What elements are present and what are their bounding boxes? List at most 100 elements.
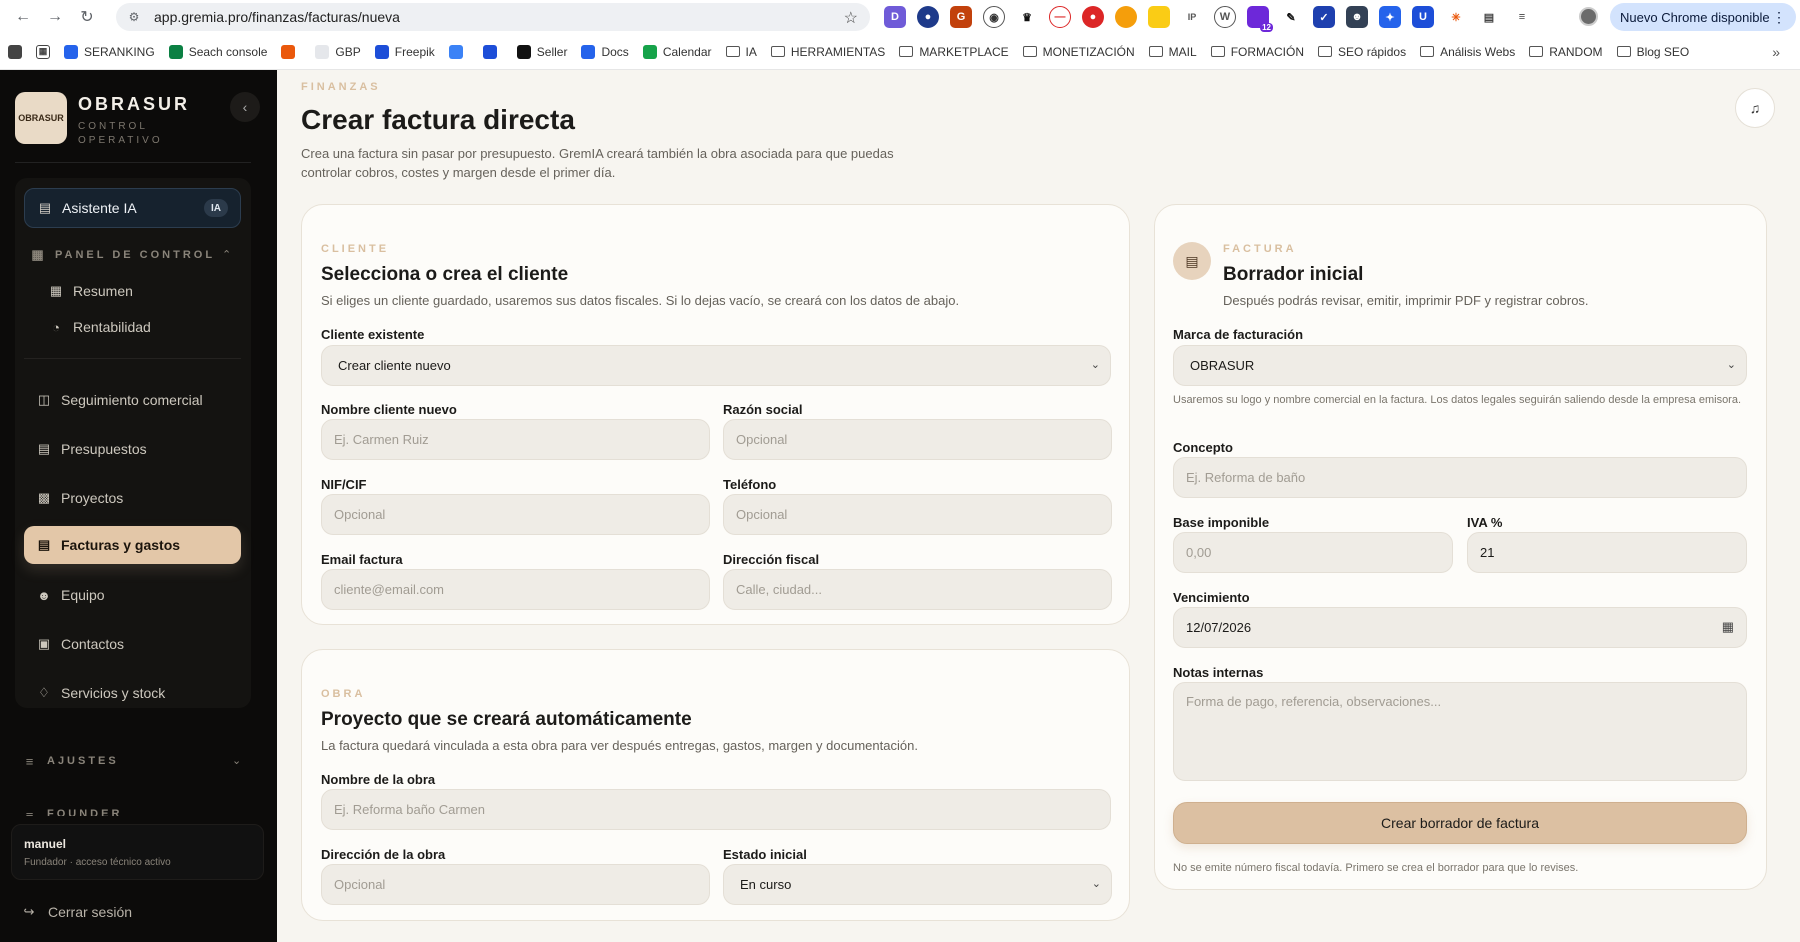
- bookmark-item[interactable]: Docs: [581, 44, 629, 59]
- site-settings-icon[interactable]: ⚙: [126, 9, 142, 25]
- extension-icon[interactable]: ✦: [1379, 6, 1401, 28]
- extension-icon[interactable]: G: [950, 6, 972, 28]
- client-name-input[interactable]: [321, 419, 710, 460]
- bookmark-apps-grid[interactable]: ▦: [36, 44, 50, 59]
- nif-input[interactable]: [321, 494, 710, 535]
- concept-input[interactable]: [1173, 457, 1747, 498]
- bookmark-folder[interactable]: MAIL: [1148, 45, 1197, 59]
- profile-avatar[interactable]: [1579, 7, 1598, 26]
- bookmark-apps[interactable]: [8, 44, 22, 59]
- sidebar-item-resumen[interactable]: ▦ Resumen: [24, 272, 241, 310]
- bookmark-item[interactable]: Freepik: [374, 44, 435, 59]
- bookmark-folder[interactable]: RANDOM: [1529, 44, 1603, 59]
- extension-icon[interactable]: ●: [917, 6, 939, 28]
- extension-icon[interactable]: D: [884, 6, 906, 28]
- extension-icon[interactable]: —: [1049, 6, 1071, 28]
- sidebar-item-servicios[interactable]: ♢ Servicios y stock: [24, 674, 241, 712]
- extension-icon[interactable]: U: [1412, 6, 1434, 28]
- phone-input[interactable]: [723, 494, 1112, 535]
- bookmark-item[interactable]: [448, 44, 469, 59]
- site-favicon-icon: [374, 44, 389, 59]
- extension-icon[interactable]: [1148, 6, 1170, 28]
- bookmark-star-icon[interactable]: ☆: [844, 8, 858, 28]
- site-favicon-icon: [482, 44, 497, 59]
- chevron-down-icon[interactable]: ⌄: [232, 754, 241, 767]
- extension-icon[interactable]: IP: [1181, 6, 1203, 28]
- sidebar-item-presupuestos[interactable]: ▤ Presupuestos: [24, 430, 241, 468]
- bookmark-folder[interactable]: SEO rápidos: [1318, 45, 1406, 59]
- vat-label: IVA %: [1467, 515, 1503, 530]
- sidebar-item-contactos[interactable]: ▣ Contactos: [24, 625, 241, 663]
- sidebar-item-rentabilidad[interactable]: ◔ Rentabilidad: [24, 308, 241, 346]
- extension-icon[interactable]: 12: [1247, 6, 1273, 32]
- founder-section-label: FOUNDER: [47, 808, 123, 816]
- bookmark-item[interactable]: [281, 44, 301, 59]
- bookmark-folder[interactable]: IA: [725, 45, 757, 59]
- tax-base-input[interactable]: [1173, 532, 1453, 573]
- sidebar-item-proyectos[interactable]: ▩ Proyectos: [24, 479, 241, 517]
- settings-section-header[interactable]: ≡ AJUSTES: [24, 754, 119, 769]
- existing-client-select[interactable]: Crear cliente nuevo ⌄: [321, 345, 1111, 386]
- project-status-value: En curso: [740, 877, 792, 892]
- chevron-up-icon[interactable]: ⌃: [222, 248, 231, 261]
- puzzle-icon[interactable]: ▤: [1478, 6, 1500, 28]
- wordpress-icon[interactable]: W: [1214, 6, 1236, 28]
- bookmarks-overflow-icon[interactable]: »: [1772, 44, 1780, 60]
- eyedropper-icon[interactable]: ✎: [1280, 6, 1302, 28]
- sidebar-item-facturas[interactable]: ▤ Facturas y gastos: [24, 526, 241, 564]
- extension-icon[interactable]: ✳: [1445, 6, 1467, 28]
- calendar-icon[interactable]: ▦: [1722, 619, 1734, 635]
- sidebar-item-seguimiento[interactable]: ◫ Seguimiento comercial: [24, 381, 241, 419]
- address-bar[interactable]: ⚙ app.gremia.pro/finanzas/facturas/nueva…: [116, 3, 870, 31]
- site-favicon-icon: [581, 44, 596, 59]
- collapse-sidebar-button[interactable]: ‹: [230, 92, 260, 122]
- ai-assistant-button[interactable]: ▤ Asistente IA IA: [24, 188, 241, 228]
- founder-section-header[interactable]: ≡ FOUNDER: [24, 808, 122, 816]
- company-name-input[interactable]: [723, 419, 1112, 460]
- folder-icon: [725, 46, 740, 57]
- billing-brand-value: OBRASUR: [1190, 358, 1255, 373]
- fiscal-address-input[interactable]: [723, 569, 1112, 610]
- extension-icon[interactable]: ◉: [983, 6, 1005, 28]
- notifications-button[interactable]: ♫: [1735, 88, 1775, 128]
- panel-section-header[interactable]: ▦ PANEL DE CONTROL: [31, 247, 215, 262]
- extension-icon[interactable]: ♛: [1016, 6, 1038, 28]
- nif-label: NIF/CIF: [321, 477, 367, 492]
- site-favicon-icon: [64, 44, 78, 59]
- email-input[interactable]: [321, 569, 710, 610]
- back-icon[interactable]: ←: [10, 4, 36, 30]
- menu-dots-icon[interactable]: ⋮: [1772, 9, 1786, 26]
- chrome-update-button[interactable]: Nuevo Chrome disponible ⋮: [1610, 3, 1796, 31]
- sidebar-item-equipo[interactable]: ☻ Equipo: [24, 576, 241, 614]
- media-queue-icon[interactable]: ≡: [1511, 6, 1533, 28]
- bookmark-item[interactable]: Calendar: [642, 44, 712, 59]
- bookmark-folder[interactable]: FORMACIÓN: [1210, 45, 1304, 59]
- due-date-input[interactable]: 12/07/2026 ▦: [1173, 607, 1747, 648]
- bookmark-item[interactable]: [482, 44, 503, 59]
- bookmark-folder[interactable]: Análisis Webs: [1420, 45, 1515, 59]
- bookmark-item[interactable]: Seller: [516, 44, 567, 59]
- bookmark-folder[interactable]: MONETIZACIÓN: [1022, 45, 1135, 59]
- logout-button[interactable]: ↪ Cerrar sesión: [22, 904, 132, 920]
- bookmark-folder[interactable]: MARKETPLACE: [899, 45, 1009, 59]
- bookmark-folder[interactable]: HERRAMIENTAS: [770, 45, 885, 59]
- reload-icon[interactable]: ↻: [74, 4, 100, 30]
- project-status-select[interactable]: En curso ⌄: [723, 864, 1112, 905]
- project-address-input[interactable]: [321, 864, 710, 905]
- bookmark-item[interactable]: GBP: [315, 44, 361, 59]
- vat-input[interactable]: [1467, 532, 1747, 573]
- bookmark-folder[interactable]: Blog SEO: [1616, 45, 1689, 59]
- extension-icon[interactable]: [1115, 6, 1137, 28]
- bookmark-label: RANDOM: [1549, 44, 1603, 59]
- internal-notes-textarea[interactable]: [1173, 682, 1747, 781]
- billing-brand-select[interactable]: OBRASUR ⌄: [1173, 345, 1747, 386]
- extension-icon[interactable]: ✓: [1313, 6, 1335, 28]
- bookmark-item[interactable]: SERANKING: [64, 44, 155, 59]
- bookmark-item[interactable]: Seach console: [168, 44, 267, 59]
- extension-icon[interactable]: ●: [1082, 6, 1104, 28]
- forward-icon[interactable]: →: [42, 4, 68, 30]
- site-favicon-icon: [516, 44, 531, 59]
- create-invoice-draft-button[interactable]: Crear borrador de factura: [1173, 802, 1747, 844]
- extension-icon[interactable]: ☻: [1346, 6, 1368, 28]
- project-name-input[interactable]: [321, 789, 1111, 830]
